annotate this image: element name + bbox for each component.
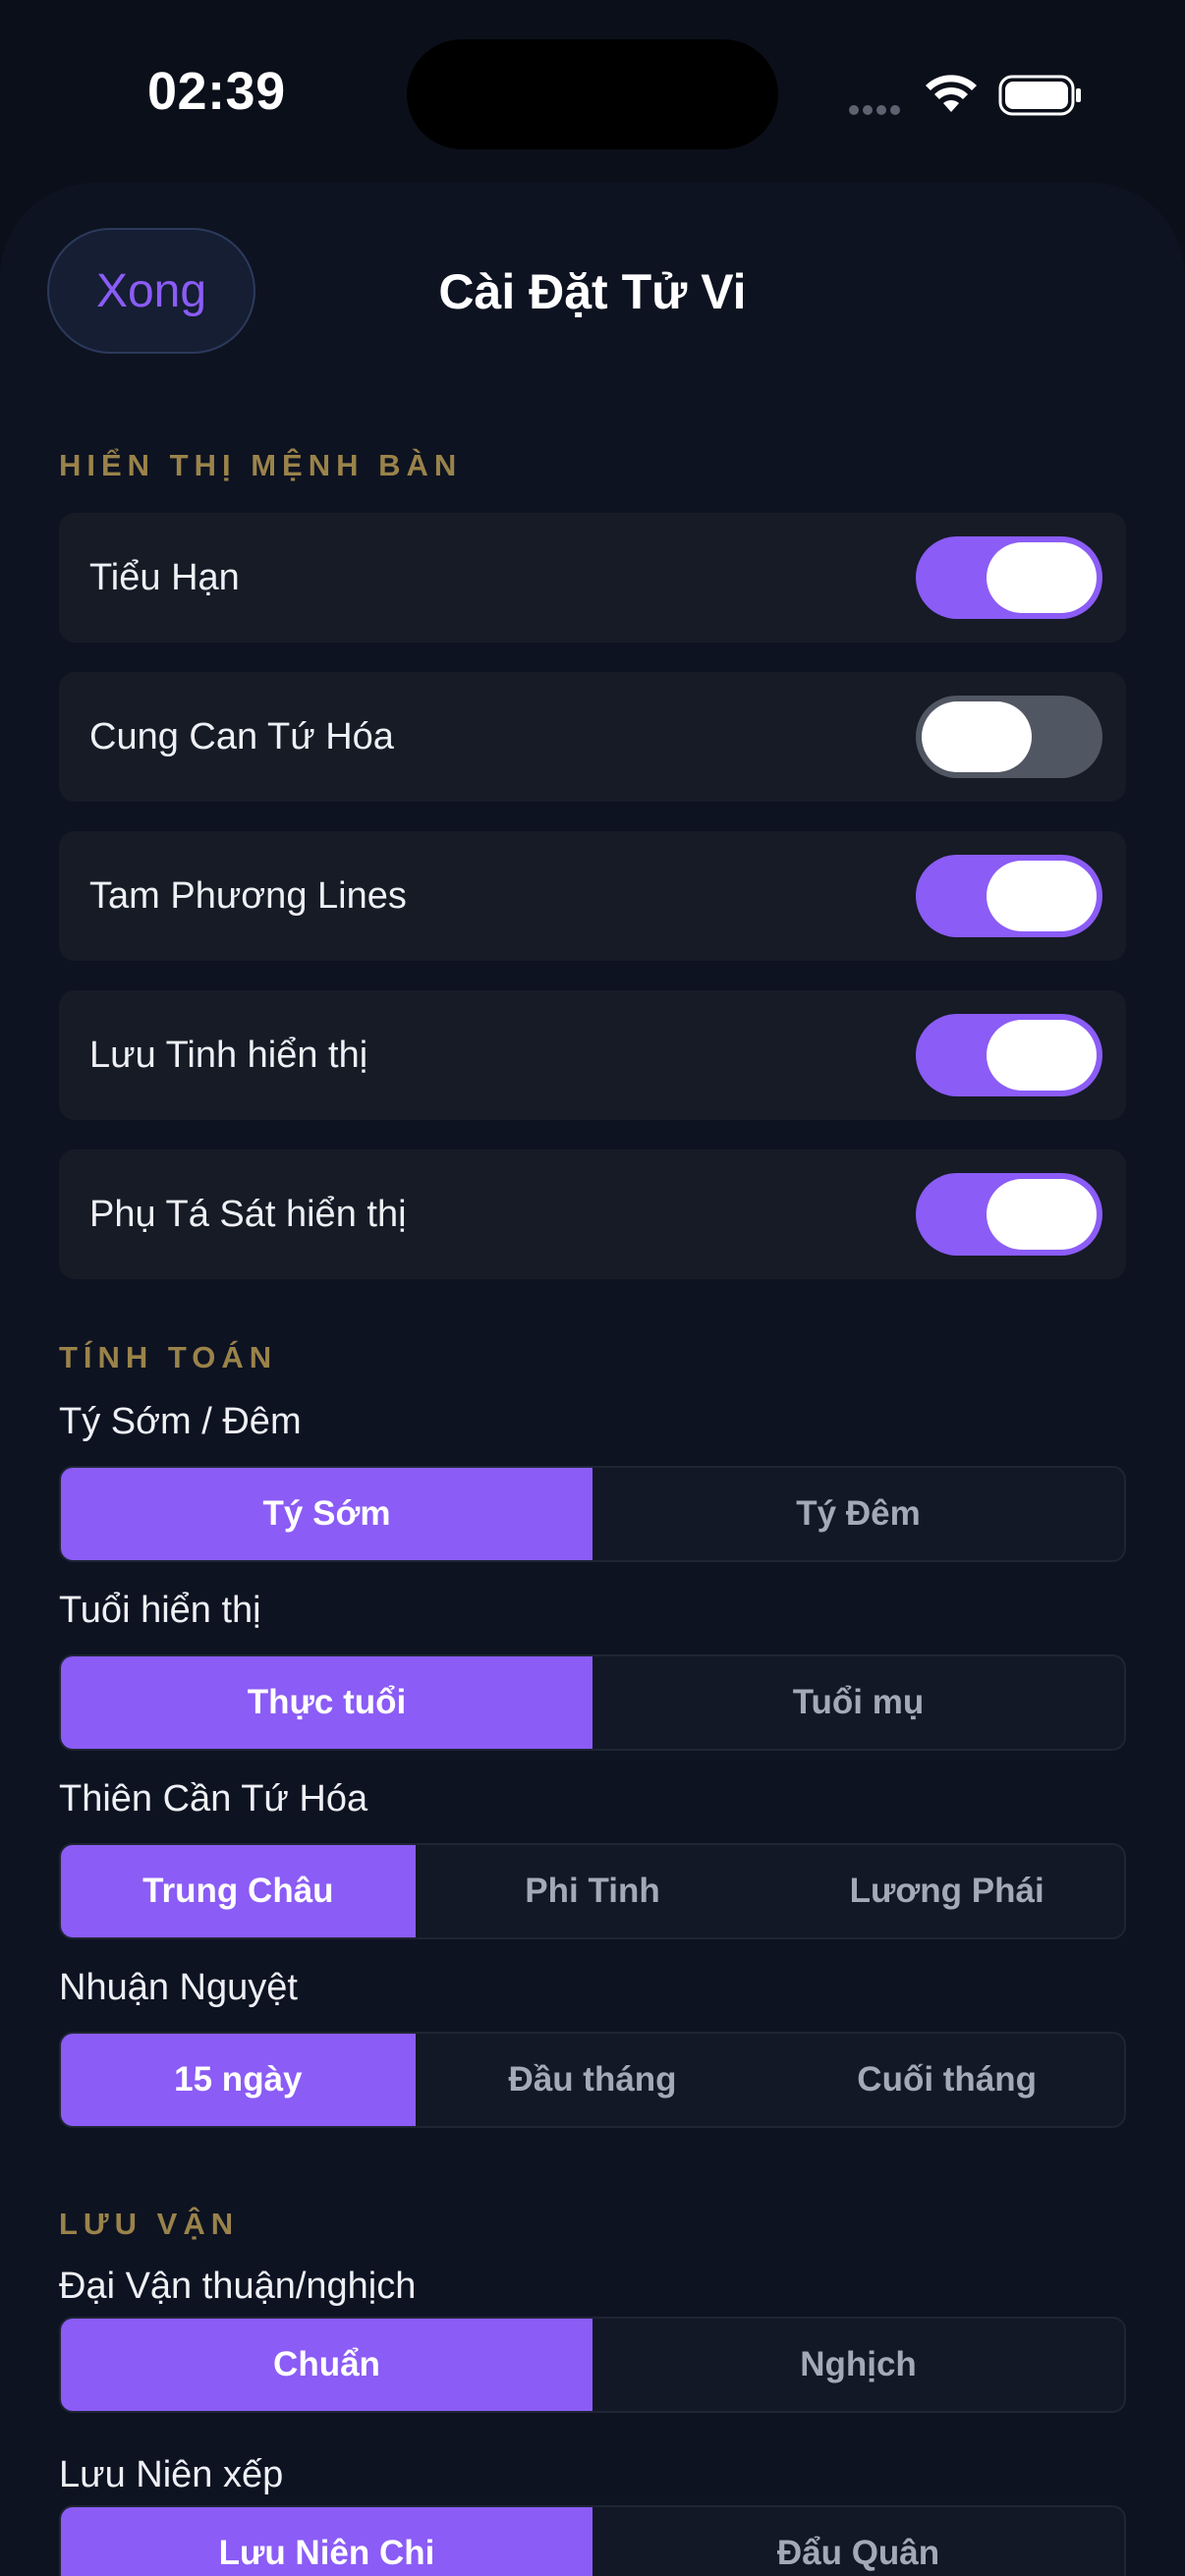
toggle-knob bbox=[987, 542, 1097, 613]
segmented-dai-van: Chuẩn Nghịch bbox=[59, 2317, 1126, 2413]
status-bar: 02:39 bbox=[0, 0, 1185, 177]
segment-option[interactable]: Nghịch bbox=[592, 2319, 1124, 2411]
toggle-switch[interactable] bbox=[916, 696, 1102, 778]
toggle-label: Cung Can Tứ Hóa bbox=[89, 716, 394, 757]
segment-option[interactable]: Lương Phái bbox=[769, 1845, 1124, 1937]
segment-option[interactable]: Chuẩn bbox=[61, 2319, 592, 2411]
field-label-luu-nien-xep: Lưu Niên xếp bbox=[59, 2454, 284, 2495]
segment-option[interactable]: Trung Châu bbox=[61, 1845, 416, 1937]
segment-option[interactable]: Phi Tinh bbox=[416, 1845, 770, 1937]
section-header-display: HIỂN THỊ MỆNH BÀN bbox=[59, 448, 463, 482]
toggle-label: Tiểu Hạn bbox=[89, 557, 240, 598]
toggle-label: Phụ Tá Sát hiển thị bbox=[89, 1194, 407, 1235]
toggle-row-cung-can-tu-hoa: Cung Can Tứ Hóa bbox=[59, 672, 1126, 802]
toggle-switch[interactable] bbox=[916, 1014, 1102, 1096]
section-header-luu-van: LƯU VẬN bbox=[59, 2207, 240, 2241]
segment-option[interactable]: Lưu Niên Chi bbox=[61, 2507, 592, 2576]
segmented-tuoi-hien-thi: Thực tuổi Tuổi mụ bbox=[59, 1654, 1126, 1751]
field-label-thien-can-tu-hoa: Thiên Cần Tứ Hóa bbox=[59, 1778, 368, 1820]
toggle-knob bbox=[987, 861, 1097, 931]
toggle-label: Lưu Tinh hiển thị bbox=[89, 1035, 368, 1076]
section-header-calculation: TÍNH TOÁN bbox=[59, 1340, 278, 1374]
wifi-icon bbox=[926, 75, 977, 112]
toggle-switch[interactable] bbox=[916, 536, 1102, 619]
segment-option[interactable]: Tý Đêm bbox=[592, 1468, 1124, 1560]
segment-option[interactable]: Đẩu Quân bbox=[592, 2507, 1124, 2576]
status-time: 02:39 bbox=[147, 62, 286, 121]
toggle-row-luu-tinh: Lưu Tinh hiển thị bbox=[59, 990, 1126, 1120]
segment-option[interactable]: Cuối tháng bbox=[769, 2034, 1124, 2126]
sheet-title: Cài Đặt Tử Vi bbox=[438, 264, 747, 319]
toggle-row-phu-ta-sat: Phụ Tá Sát hiển thị bbox=[59, 1149, 1126, 1279]
toggle-row-tam-phuong-lines: Tam Phương Lines bbox=[59, 831, 1126, 961]
field-label-dai-van: Đại Vận thuận/nghịch bbox=[59, 2266, 417, 2307]
toggle-switch[interactable] bbox=[916, 855, 1102, 937]
segment-option[interactable]: Tuổi mụ bbox=[592, 1656, 1124, 1749]
segmented-luu-nien-xep: Lưu Niên Chi Đẩu Quân bbox=[59, 2505, 1126, 2576]
toggle-row-tieu-han: Tiểu Hạn bbox=[59, 513, 1126, 643]
segmented-nhuan-nguyet: 15 ngày Đầu tháng Cuối tháng bbox=[59, 2032, 1126, 2128]
settings-screen: 02:39 Xong Cài Đặt Tử Vi HIỂN THỊ MỆNH B… bbox=[0, 0, 1185, 2576]
segment-option[interactable]: Đầu tháng bbox=[416, 2034, 770, 2126]
settings-sheet: Xong Cài Đặt Tử Vi HIỂN THỊ MỆNH BÀN Tiể… bbox=[0, 183, 1185, 2576]
cellular-signal-icon bbox=[849, 102, 908, 115]
dynamic-island bbox=[407, 39, 778, 149]
segmented-ty-som-dem: Tý Sớm Tý Đêm bbox=[59, 1466, 1126, 1562]
toggle-knob bbox=[922, 701, 1032, 772]
field-label-nhuan-nguyet: Nhuận Nguyệt bbox=[59, 1967, 298, 2008]
field-label-ty-som-dem: Tý Sớm / Đêm bbox=[59, 1401, 302, 1442]
toggle-label: Tam Phương Lines bbox=[89, 875, 407, 917]
segment-option[interactable]: Tý Sớm bbox=[61, 1468, 592, 1560]
toggle-switch[interactable] bbox=[916, 1173, 1102, 1256]
toggle-knob bbox=[987, 1020, 1097, 1091]
done-button[interactable]: Xong bbox=[47, 228, 255, 354]
toggle-knob bbox=[987, 1179, 1097, 1250]
segment-option[interactable]: 15 ngày bbox=[61, 2034, 416, 2126]
segment-option[interactable]: Thực tuổi bbox=[61, 1656, 592, 1749]
field-label-tuoi-hien-thi: Tuổi hiển thị bbox=[59, 1590, 261, 1631]
battery-icon bbox=[998, 75, 1081, 116]
segmented-thien-can-tu-hoa: Trung Châu Phi Tinh Lương Phái bbox=[59, 1843, 1126, 1939]
